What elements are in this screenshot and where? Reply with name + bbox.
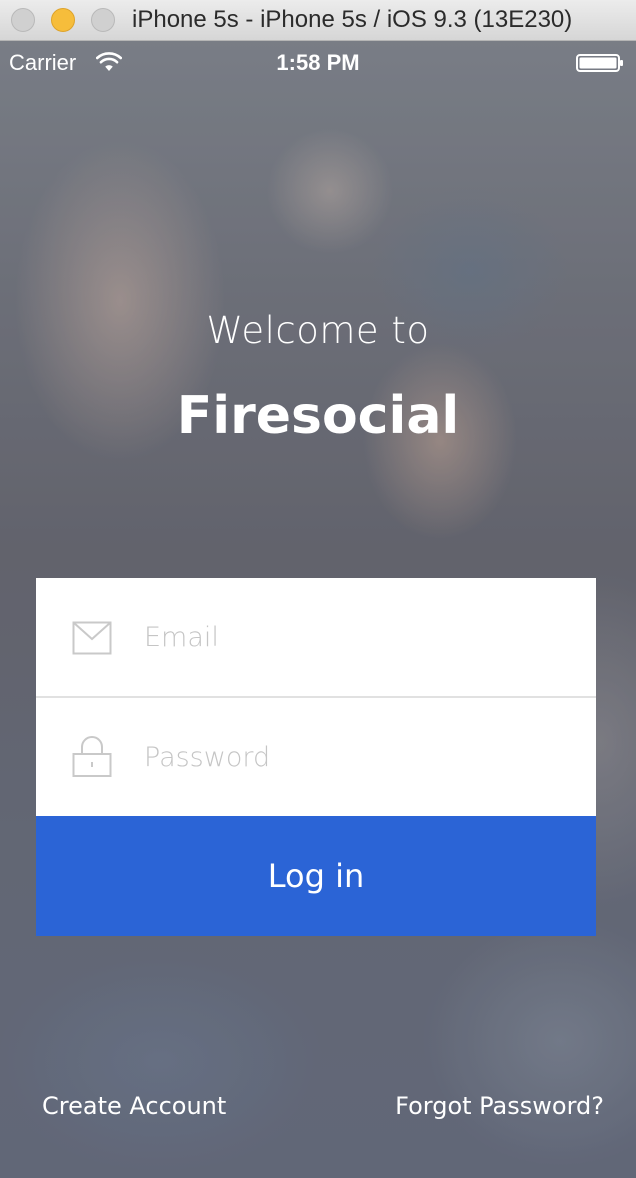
lock-icon [72,736,112,777]
app-screen: Carrier 1:58 PM Welcome to Firesocial Em… [0,41,636,1178]
login-form: Log in [36,578,596,936]
app-name-title: Firesocial [176,386,460,446]
window-zoom-button[interactable] [91,8,115,32]
window-close-button[interactable] [11,8,35,32]
status-bar: Carrier 1:58 PM [0,41,636,83]
email-field-row [36,578,596,698]
forgot-password-link[interactable]: Forgot Password? [395,1092,604,1120]
status-time: 1:58 PM [276,50,360,75]
welcome-text: Welcome to [206,309,430,352]
create-account-link[interactable]: Create Account [42,1092,226,1120]
window-minimize-button[interactable] [51,8,75,32]
window-title: iPhone 5s - iPhone 5s / iOS 9.3 (13E230) [132,6,573,33]
password-field-row [36,698,596,816]
simulator-title-bar: iPhone 5s - iPhone 5s / iOS 9.3 (13E230) [0,0,636,41]
battery-icon [576,54,623,72]
login-button[interactable]: Log in [36,816,596,936]
email-input[interactable] [144,608,564,666]
envelope-icon [72,621,112,655]
password-input[interactable] [144,728,564,786]
